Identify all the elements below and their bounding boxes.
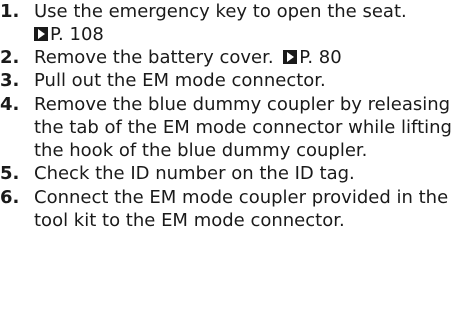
step-item: 6. Connect the EM mode coupler provided …: [0, 186, 455, 233]
page-reference-text: P. 80: [299, 47, 342, 68]
page-reference[interactable]: P. 108: [34, 24, 104, 45]
step-number: 4.: [0, 93, 20, 115]
step-number: 3.: [0, 70, 20, 92]
step-item: 3. Pull out the EM mode connector.: [0, 69, 455, 92]
step-item: 2. Remove the battery cover. P. 80: [0, 46, 455, 69]
step-item: 1. Use the emergency key to open the sea…: [0, 0, 455, 46]
step-text: Remove the blue dummy coupler by releasi…: [34, 93, 452, 162]
page-reference-arrow-icon: [283, 50, 298, 64]
step-number: 6.: [0, 186, 20, 208]
page-reference-arrow-icon: [34, 27, 48, 42]
step-text: Pull out the EM mode connector.: [34, 70, 326, 92]
step-text: Use the emergency key to open the seat.: [34, 1, 407, 22]
step-number: 1.: [0, 1, 20, 22]
page-reference-text: P. 108: [50, 24, 104, 46]
step-item: 5. Check the ID number on the ID tag.: [0, 162, 455, 185]
step-item: 4. Remove the blue dummy coupler by rele…: [0, 93, 455, 163]
step-text: Remove the battery cover.: [34, 47, 274, 68]
step-number: 2.: [0, 47, 20, 68]
instruction-steps: 1. Use the emergency key to open the sea…: [0, 0, 455, 232]
step-text: Connect the EM mode coupler provided in …: [34, 186, 449, 232]
step-text: Check the ID number on the ID tag.: [34, 163, 355, 185]
step-number: 5.: [0, 163, 20, 185]
page-reference[interactable]: P. 80: [279, 47, 342, 68]
